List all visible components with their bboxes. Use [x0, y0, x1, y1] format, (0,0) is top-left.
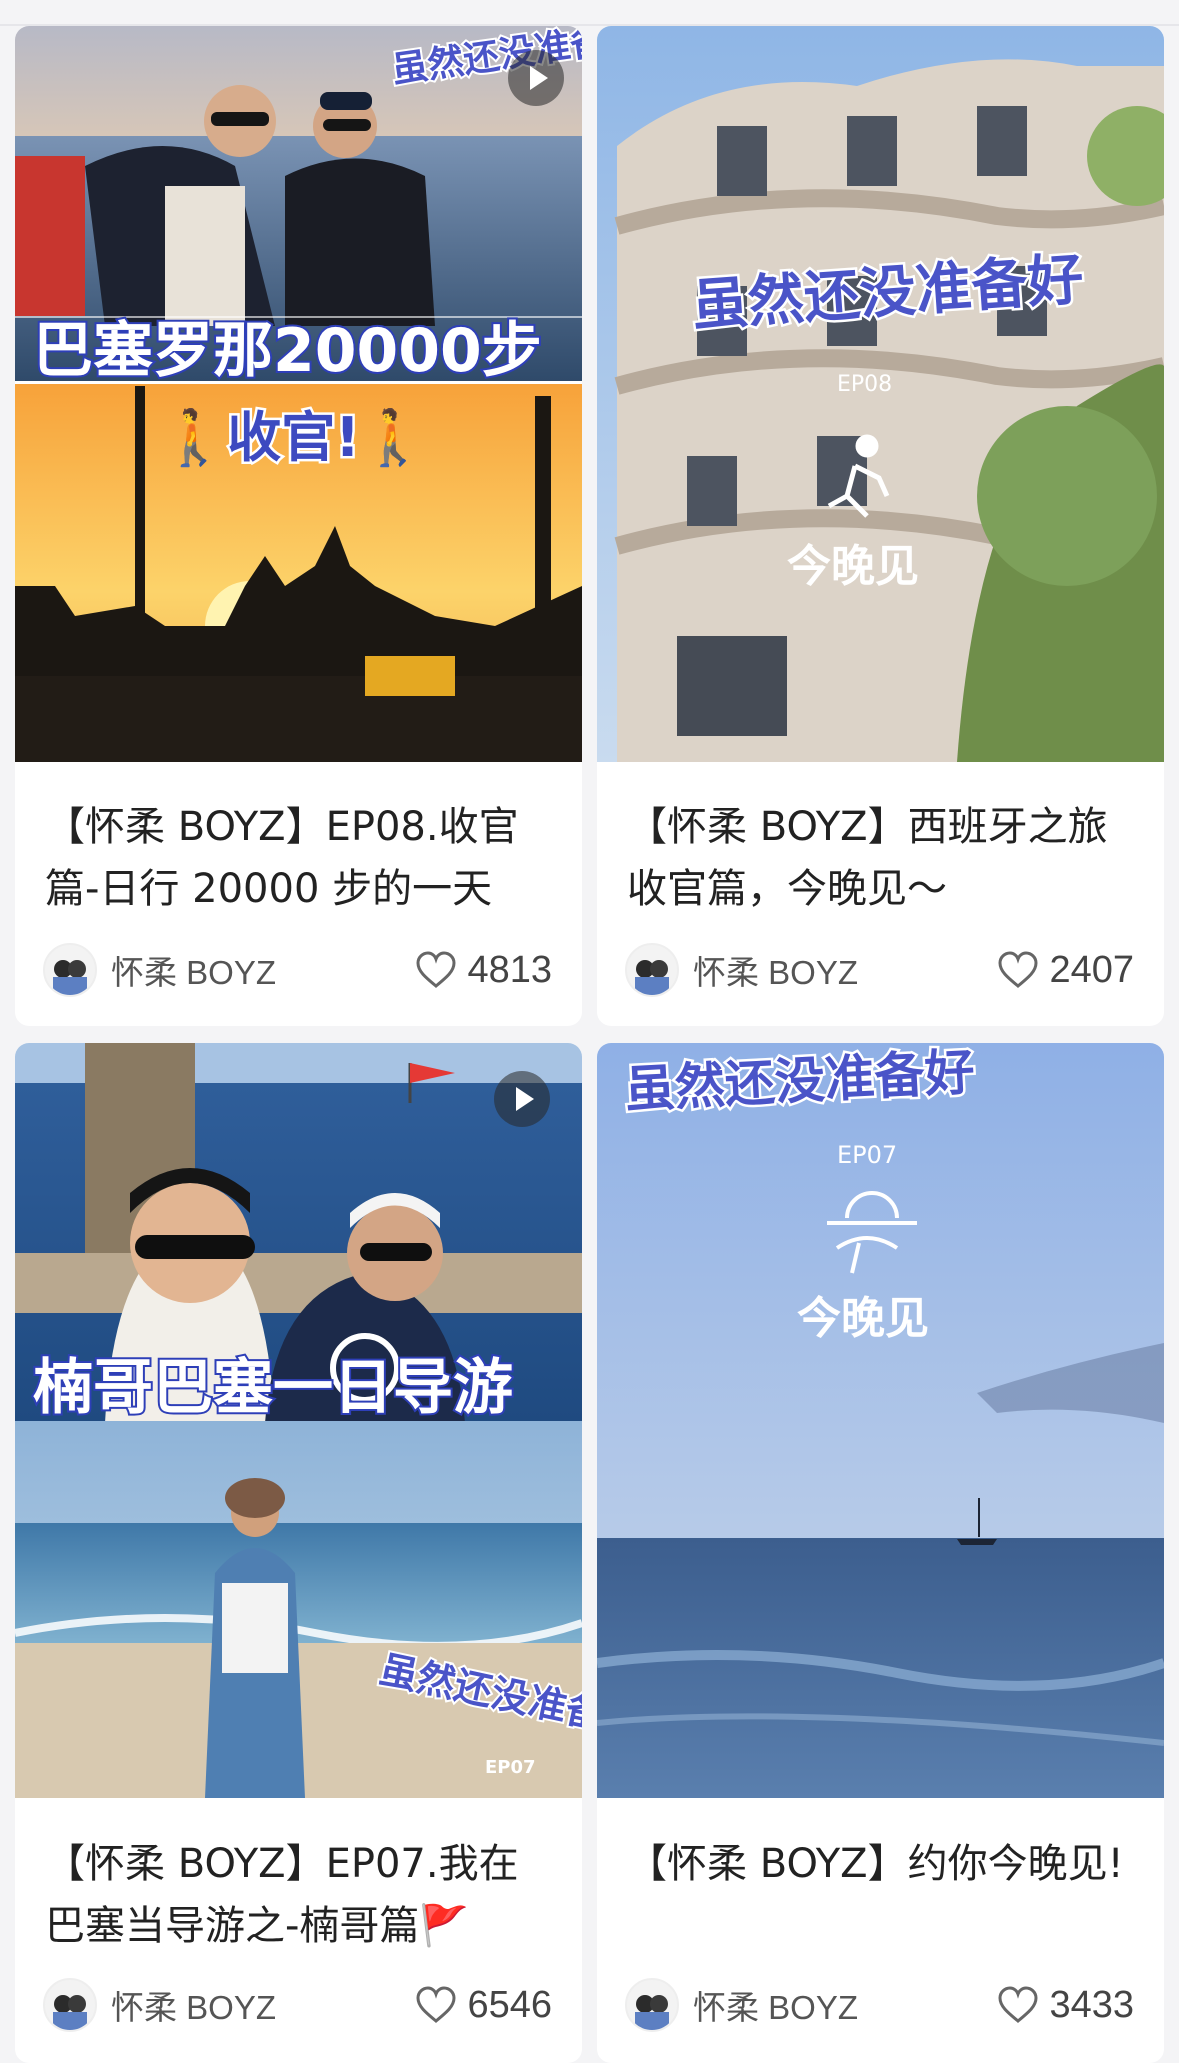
cover-caption: 今晚见: [787, 541, 919, 592]
like-button[interactable]: 4813: [415, 949, 552, 992]
like-count: 3433: [1049, 1983, 1134, 2026]
note-card-2[interactable]: 虽然还没准备好 EP08 今晚见 【怀柔 BOYZ】西班牙之旅收官篇，今晚见～ …: [597, 26, 1164, 1026]
card-meta: 怀柔 BOYZ 3433: [625, 1975, 1134, 2035]
cover-headline: 巴塞罗那20000步: [33, 316, 542, 386]
card-title[interactable]: 【怀柔 BOYZ】西班牙之旅收官篇，今晚见～: [627, 796, 1134, 920]
card-title[interactable]: 【怀柔 BOYZ】EP07.我在巴塞当导游之-楠哥篇🚩: [45, 1833, 552, 1957]
play-icon: [508, 50, 564, 106]
note-card-3[interactable]: 楠哥巴塞一日导游 虽然还没准备好 EP07 【怀柔 BOYZ】EP07.我在巴塞…: [15, 1043, 582, 2063]
author-avatar[interactable]: [43, 1978, 97, 2032]
card-cover-image: 虽然还没准备好 EP08 今晚见: [597, 26, 1164, 762]
like-count: 4813: [467, 948, 552, 991]
card-meta: 怀柔 BOYZ 4813: [43, 940, 552, 1000]
author-name[interactable]: 怀柔 BOYZ: [111, 1981, 415, 2029]
author-avatar[interactable]: [625, 1978, 679, 2032]
heart-outline-icon: [998, 951, 1038, 988]
author-name[interactable]: 怀柔 BOYZ: [693, 1981, 997, 2029]
author-name[interactable]: 怀柔 BOYZ: [111, 946, 415, 994]
heart-outline-icon: [998, 1986, 1038, 2023]
card-meta: 怀柔 BOYZ 2407: [625, 940, 1134, 1000]
play-icon: [494, 1071, 550, 1127]
author-avatar[interactable]: [625, 943, 679, 997]
author-avatar[interactable]: [43, 943, 97, 997]
cover-episode: EP08: [837, 372, 892, 397]
card-meta: 怀柔 BOYZ 6546: [43, 1975, 552, 2035]
card-cover-image: 巴塞罗那20000步 🚶收官!🚶 虽然还没准备好: [15, 26, 582, 762]
like-count: 2407: [1049, 948, 1134, 991]
note-card-4[interactable]: 虽然还没准备好 EP07 今晚见 【怀柔 BOYZ】约你今晚见! 怀柔 BOYZ…: [597, 1043, 1164, 2063]
card-cover-image: 虽然还没准备好 EP07 今晚见: [597, 1043, 1164, 1798]
card-title[interactable]: 【怀柔 BOYZ】EP08.收官篇-日行 20000 步的一天: [45, 796, 552, 920]
cover-episode: EP07: [485, 1757, 536, 1778]
cover-caption: 今晚见: [797, 1293, 929, 1344]
like-count: 6546: [467, 1983, 552, 2026]
like-button[interactable]: 2407: [997, 949, 1134, 992]
cover-episode: EP07: [837, 1141, 897, 1169]
card-cover-image: 楠哥巴塞一日导游 虽然还没准备好 EP07: [15, 1043, 582, 1798]
cover-headline: 楠哥巴塞一日导游: [33, 1353, 513, 1423]
card-title[interactable]: 【怀柔 BOYZ】约你今晚见!: [627, 1833, 1134, 1895]
heart-outline-icon: [416, 951, 456, 988]
cover-subline: 🚶收官!🚶: [160, 406, 427, 469]
like-button[interactable]: 3433: [997, 1984, 1134, 2027]
like-button[interactable]: 6546: [415, 1984, 552, 2027]
note-card-1[interactable]: 巴塞罗那20000步 🚶收官!🚶 虽然还没准备好 【怀柔 BOYZ】EP08.收…: [15, 26, 582, 1026]
heart-outline-icon: [416, 1986, 456, 2023]
author-name[interactable]: 怀柔 BOYZ: [693, 946, 997, 994]
